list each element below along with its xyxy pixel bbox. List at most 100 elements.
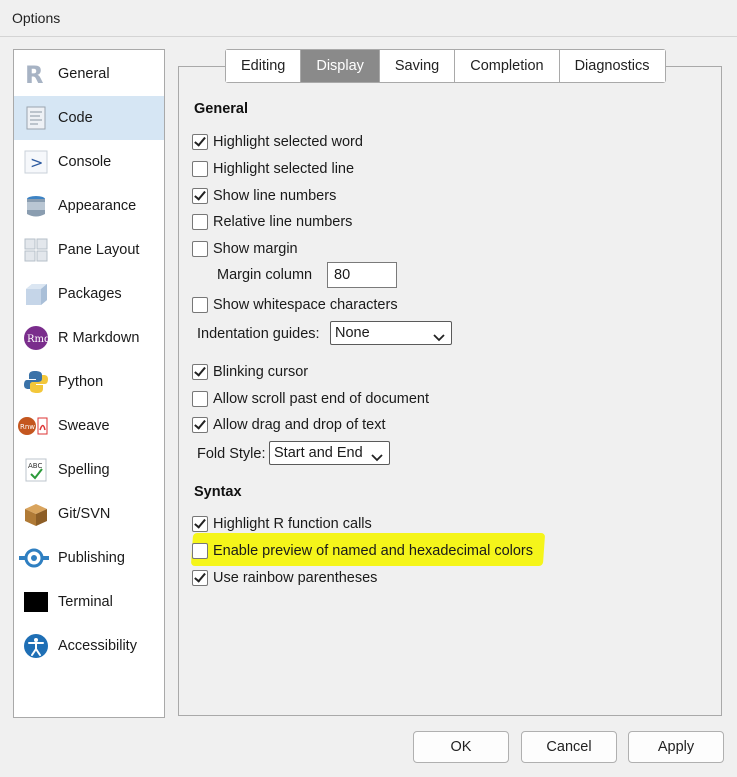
pane-layout-icon [23,237,49,263]
apply-button[interactable]: Apply [628,731,724,763]
sidebar-item-pane-layout[interactable]: Pane Layout [14,228,164,272]
sidebar-item-label: Accessibility [58,638,137,654]
tab-completion[interactable]: Completion [455,50,560,82]
terminal-icon [23,589,49,615]
show-line-numbers-option[interactable]: Show line numbers [192,186,336,206]
paint-bucket-icon [23,193,49,219]
ok-button[interactable]: OK [413,731,509,763]
sidebar-item-label: Packages [58,286,122,302]
highlight-selected-word-label: Highlight selected word [213,134,363,150]
svg-text:Rmd: Rmd [27,334,49,345]
indentation-guides-value: None [335,325,370,341]
svg-text:Rnw: Rnw [20,423,35,431]
sidebar-item-label: Code [58,110,93,126]
rainbow-parentheses-option[interactable]: Use rainbow parentheses [192,568,377,588]
sidebar-item-label: General [58,66,110,82]
highlight-selected-word-option[interactable]: Highlight selected word [192,132,363,152]
console-prompt-icon: > [23,149,49,175]
general-section-heading: General [194,101,248,117]
tab-display[interactable]: Display [301,50,380,82]
sidebar-item-label: Pane Layout [58,242,140,258]
sidebar-item-terminal[interactable]: Terminal [14,580,164,624]
highlight-selected-line-checkbox[interactable] [192,161,208,177]
cancel-button[interactable]: Cancel [521,731,617,763]
sidebar-item-git-svn[interactable]: Git/SVN [14,492,164,536]
sidebar-item-accessibility[interactable]: Accessibility [14,624,164,668]
allow-drag-drop-option[interactable]: Allow drag and drop of text [192,415,386,435]
sidebar-item-packages[interactable]: Packages [14,272,164,316]
blinking-cursor-label: Blinking cursor [213,364,309,380]
show-margin-checkbox[interactable] [192,241,208,257]
rmd-icon: Rmd [23,325,49,351]
sidebar-item-publishing[interactable]: Publishing [14,536,164,580]
chevron-down-icon [371,448,383,470]
show-margin-label: Show margin [213,241,298,257]
allow-scroll-past-end-option[interactable]: Allow scroll past end of document [192,389,429,409]
enable-color-preview-option[interactable]: Enable preview of named and hexadecimal … [192,541,533,561]
tab-editing[interactable]: Editing [226,50,302,82]
fold-style-value: Start and End [274,445,363,461]
relative-line-numbers-checkbox[interactable] [192,214,208,230]
highlight-r-function-calls-label: Highlight R function calls [213,516,372,532]
sidebar-item-console[interactable]: > Console [14,140,164,184]
sidebar-item-label: Git/SVN [58,506,111,522]
sidebar-item-sweave[interactable]: Rnw Sweave [14,404,164,448]
enable-color-preview-label: Enable preview of named and hexadecimal … [213,543,533,559]
git-box-icon [23,501,49,527]
sidebar-item-spelling[interactable]: ABC Spelling [14,448,164,492]
svg-text:R: R [25,61,43,87]
fold-style-select[interactable]: Start and End [269,441,390,465]
highlight-selected-line-option[interactable]: Highlight selected line [192,159,354,179]
python-icon [23,369,49,395]
sidebar-item-label: Terminal [58,594,113,610]
sidebar-item-label: Publishing [58,550,125,566]
show-line-numbers-label: Show line numbers [213,188,337,204]
sidebar-item-label: Sweave [58,418,110,434]
highlight-r-function-calls-checkbox[interactable] [192,516,208,532]
rainbow-parentheses-label: Use rainbow parentheses [213,570,378,586]
sidebar-item-rmarkdown[interactable]: Rmd R Markdown [14,316,164,360]
blinking-cursor-checkbox[interactable] [192,364,208,380]
sidebar-item-code[interactable]: Code [14,96,164,140]
enable-color-preview-checkbox[interactable] [192,543,208,559]
highlight-selected-line-label: Highlight selected line [213,161,355,177]
show-line-numbers-checkbox[interactable] [192,188,208,204]
chevron-down-icon [433,328,445,350]
svg-text:>: > [30,153,43,172]
sidebar-item-label: Spelling [58,462,110,478]
relative-line-numbers-option[interactable]: Relative line numbers [192,212,352,232]
show-whitespace-checkbox[interactable] [192,297,208,313]
allow-drag-drop-checkbox[interactable] [192,417,208,433]
margin-column-input[interactable]: 80 [327,262,397,288]
indentation-guides-label: Indentation guides: [197,326,320,342]
allow-scroll-past-end-checkbox[interactable] [192,391,208,407]
sidebar-item-python[interactable]: Python [14,360,164,404]
indentation-guides-select[interactable]: None [330,321,452,345]
sidebar-item-general[interactable]: R General [14,52,164,96]
highlight-selected-word-checkbox[interactable] [192,134,208,150]
show-margin-option[interactable]: Show margin [192,239,298,259]
rainbow-parentheses-checkbox[interactable] [192,570,208,586]
fold-style-label: Fold Style: [197,446,266,462]
highlight-r-function-calls-option[interactable]: Highlight R function calls [192,514,372,534]
margin-column-label: Margin column [217,267,313,283]
show-whitespace-label: Show whitespace characters [213,297,398,313]
allow-scroll-past-end-label: Allow scroll past end of document [213,391,429,407]
relative-line-numbers-label: Relative line numbers [213,214,353,230]
title-bar: Options [0,0,737,37]
sidebar-item-label: R Markdown [58,330,140,346]
allow-drag-drop-label: Allow drag and drop of text [213,417,386,433]
package-box-icon [23,281,49,307]
sidebar-item-appearance[interactable]: Appearance [14,184,164,228]
window-title: Options [12,10,61,26]
options-tabs: Editing Display Saving Completion Diagno… [225,49,666,83]
show-whitespace-option[interactable]: Show whitespace characters [192,295,398,315]
code-document-icon [23,105,49,131]
tab-diagnostics[interactable]: Diagnostics [559,50,665,82]
tab-saving[interactable]: Saving [379,50,456,82]
accessibility-icon [23,633,49,659]
blinking-cursor-option[interactable]: Blinking cursor [192,362,308,382]
publishing-icon [18,545,50,571]
svg-text:ABC: ABC [28,462,42,470]
options-sidebar: R General Code > Console Appearance Pane… [13,49,165,718]
